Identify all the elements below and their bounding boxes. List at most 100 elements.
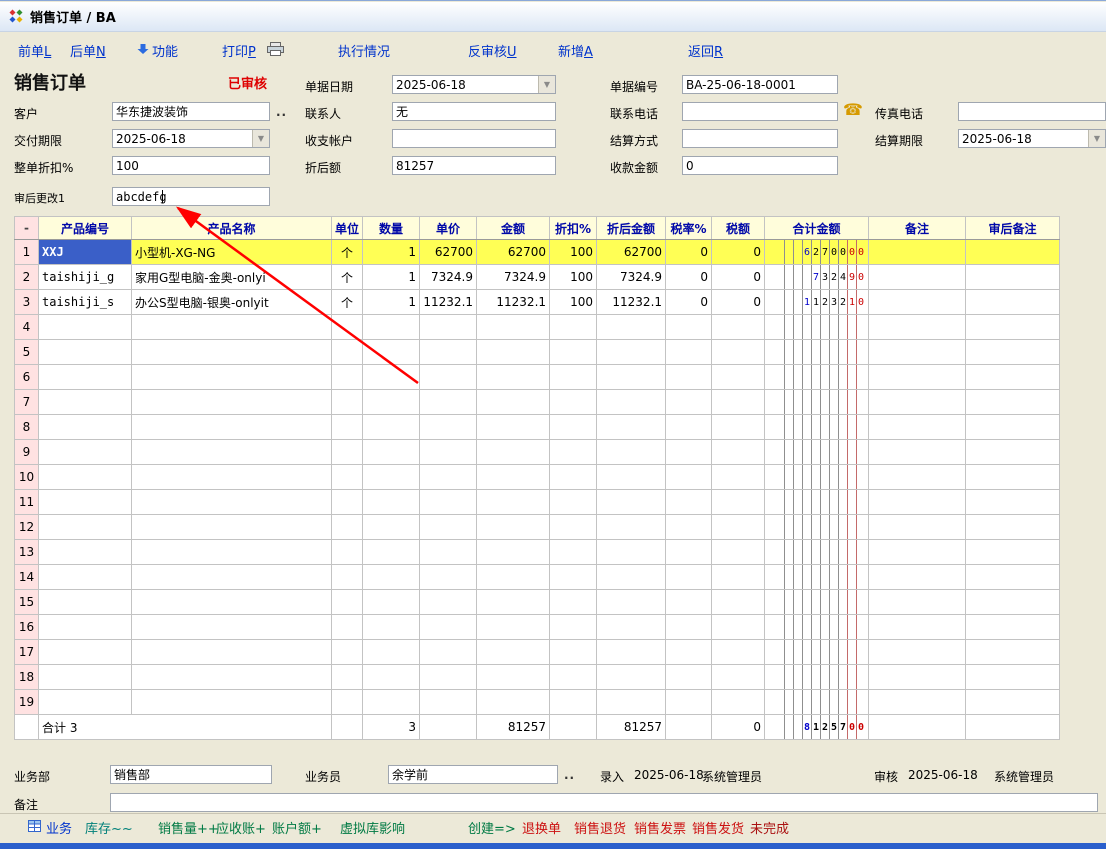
cell-tax-rate[interactable] — [666, 415, 712, 440]
cell-discount[interactable] — [550, 340, 597, 365]
salesman-input[interactable] — [388, 765, 558, 784]
cell-discounted-amount[interactable] — [597, 690, 666, 715]
cell-tax[interactable]: 0 — [712, 265, 765, 290]
row-number[interactable]: 10 — [15, 465, 39, 490]
cell-discounted-amount[interactable] — [597, 490, 666, 515]
cell-remark[interactable] — [869, 390, 966, 415]
cell-remark[interactable] — [869, 365, 966, 390]
cell-discounted-amount[interactable]: 7324.9 — [597, 265, 666, 290]
cell-qty[interactable] — [363, 415, 420, 440]
cell-post-remark[interactable] — [966, 315, 1060, 340]
row-number[interactable]: 12 — [15, 515, 39, 540]
cell-amount[interactable] — [477, 490, 550, 515]
cell-total-amount[interactable] — [765, 615, 869, 640]
cell-discounted-amount[interactable] — [597, 390, 666, 415]
column-header-4[interactable]: 单位 — [332, 217, 363, 240]
cell-total-amount[interactable] — [765, 365, 869, 390]
cell-product-code[interactable] — [39, 615, 132, 640]
cell-price[interactable] — [420, 365, 477, 390]
cell-remark[interactable] — [869, 690, 966, 715]
delivery-date-input[interactable] — [113, 130, 252, 147]
cell-total-amount[interactable] — [765, 490, 869, 515]
cell-price[interactable] — [420, 465, 477, 490]
cell-product-name[interactable] — [132, 390, 332, 415]
cell-qty[interactable] — [363, 590, 420, 615]
cell-discount[interactable] — [550, 665, 597, 690]
cell-tax-rate[interactable]: 0 — [666, 265, 712, 290]
cell-post-remark[interactable] — [966, 665, 1060, 690]
cell-post-remark[interactable] — [966, 590, 1060, 615]
cell-price[interactable] — [420, 515, 477, 540]
cell-product-code[interactable] — [39, 415, 132, 440]
contact-input[interactable] — [392, 102, 556, 121]
cell-tax[interactable] — [712, 390, 765, 415]
cell-tax-rate[interactable] — [666, 515, 712, 540]
cell-remark[interactable] — [869, 590, 966, 615]
cell-discount[interactable] — [550, 415, 597, 440]
cell-discount[interactable] — [550, 590, 597, 615]
cell-tax-rate[interactable] — [666, 340, 712, 365]
cell-price[interactable] — [420, 490, 477, 515]
cell-product-name[interactable] — [132, 440, 332, 465]
cell-discounted-amount[interactable] — [597, 365, 666, 390]
cell-qty[interactable] — [363, 390, 420, 415]
cell-remark[interactable] — [869, 240, 966, 265]
cell-post-remark[interactable] — [966, 715, 1060, 740]
cell-post-remark[interactable] — [966, 440, 1060, 465]
bottom-toolbar-item-5[interactable]: 账户额+ — [272, 818, 322, 837]
cell-amount[interactable] — [477, 665, 550, 690]
cell-tax-rate[interactable]: 0 — [666, 240, 712, 265]
cell-product-code[interactable] — [39, 315, 132, 340]
cell-product-name[interactable] — [132, 340, 332, 365]
cell-unit[interactable] — [332, 315, 363, 340]
cell-post-remark[interactable] — [966, 340, 1060, 365]
row-number[interactable]: 3 — [15, 290, 39, 315]
cell-product-name[interactable] — [132, 590, 332, 615]
cell-discount[interactable] — [550, 540, 597, 565]
cell-unit[interactable]: 个 — [332, 290, 363, 315]
cell-amount[interactable]: 11232.1 — [477, 290, 550, 315]
cell-product-name[interactable]: 家用G型电脑-金奥-onlyi — [132, 265, 332, 290]
cell-remark[interactable] — [869, 315, 966, 340]
cell-product-code[interactable] — [39, 515, 132, 540]
cell-tax[interactable] — [712, 515, 765, 540]
cell-discount[interactable] — [550, 440, 597, 465]
cell-post-remark[interactable] — [966, 365, 1060, 390]
cell-qty[interactable] — [363, 440, 420, 465]
cell-tax[interactable] — [712, 640, 765, 665]
cell-product-name[interactable] — [132, 315, 332, 340]
cell-remark[interactable] — [869, 565, 966, 590]
cell-qty[interactable] — [363, 640, 420, 665]
total-tax[interactable]: 0 — [712, 715, 765, 740]
cell-qty[interactable]: 1 — [363, 290, 420, 315]
cell-tax-rate[interactable] — [666, 490, 712, 515]
row-number[interactable]: 8 — [15, 415, 39, 440]
cell-total-amount[interactable] — [765, 440, 869, 465]
cell-total-amount[interactable] — [765, 415, 869, 440]
cell-discounted-amount[interactable] — [597, 540, 666, 565]
cell-tax[interactable] — [712, 465, 765, 490]
toolbar-item-6[interactable]: 反审核U — [468, 41, 517, 60]
total-amount[interactable]: 81257 — [477, 715, 550, 740]
cell-product-name[interactable]: 小型机-XG-NG — [132, 240, 332, 265]
cell-post-remark[interactable] — [966, 390, 1060, 415]
post-audit-edit-input[interactable] — [112, 187, 270, 206]
cell-tax-rate[interactable] — [666, 465, 712, 490]
cell-qty[interactable] — [363, 540, 420, 565]
row-number[interactable]: 11 — [15, 490, 39, 515]
cell-price[interactable]: 7324.9 — [420, 265, 477, 290]
cell-discount[interactable] — [550, 565, 597, 590]
row-number[interactable]: 15 — [15, 590, 39, 615]
column-header-1[interactable]: - — [15, 217, 39, 240]
settle-date-input[interactable] — [959, 130, 1088, 147]
cell-qty[interactable]: 1 — [363, 240, 420, 265]
cell-remark[interactable] — [869, 340, 966, 365]
row-number[interactable]: 17 — [15, 640, 39, 665]
cell-post-remark[interactable] — [966, 515, 1060, 540]
row-number[interactable]: 16 — [15, 615, 39, 640]
cell-total-amount[interactable]: 8125700 — [765, 715, 869, 740]
cell-product-name[interactable] — [132, 665, 332, 690]
cell-unit[interactable] — [332, 540, 363, 565]
cell-tax-rate[interactable] — [666, 665, 712, 690]
cell-tax-rate[interactable] — [666, 315, 712, 340]
